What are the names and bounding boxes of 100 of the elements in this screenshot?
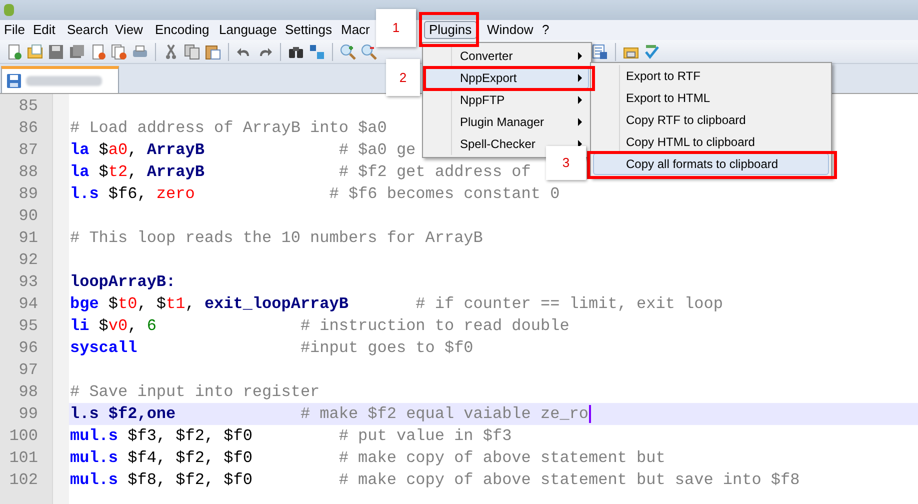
menu-item[interactable]: Export to RTF (593, 65, 829, 87)
menu-item[interactable]: View (112, 20, 146, 40)
code-token: li (70, 316, 90, 337)
list-save-icon[interactable] (592, 44, 608, 60)
menu-item[interactable]: Copy HTML to clipboard (593, 131, 829, 153)
line-number: 93 (18, 272, 38, 293)
line-number: 99 (18, 404, 38, 425)
new-file-icon[interactable] (6, 44, 22, 60)
menu-item[interactable]: Search (64, 20, 112, 40)
code-token: # make $f2 equal vaiable ze_ro (299, 404, 588, 425)
open-file-icon[interactable] (27, 44, 43, 60)
code-token: # This loop reads the 10 numbers for ArrayB (70, 228, 483, 249)
menu-item[interactable]: Settings (282, 20, 335, 40)
line-number: 101 (9, 448, 38, 469)
code-token: , (128, 316, 138, 337)
code-token: t1 (166, 294, 186, 315)
code-token: mul.s (70, 426, 118, 447)
menu-item[interactable]: Window (484, 20, 536, 40)
code-token: ArrayB (146, 140, 204, 161)
code-token: # make copy of above statement but save into $f8 (338, 470, 800, 491)
step-number-label: 3 (546, 146, 586, 180)
submenu-arrow-icon (578, 52, 582, 60)
code-token: mul.s (70, 470, 118, 491)
code-token: $f6, (107, 184, 148, 205)
code-token: , $ (137, 294, 166, 315)
zoom-in-icon[interactable] (340, 44, 356, 60)
menu-item[interactable]: Encoding (152, 20, 212, 40)
code-token: v0 (108, 316, 128, 337)
menu-item[interactable]: Language (216, 20, 280, 40)
highlight-frame (419, 12, 479, 47)
code-token: $ (98, 316, 108, 337)
menu-item[interactable]: Plugins (424, 21, 477, 39)
line-number: 95 (18, 316, 38, 337)
file-tab[interactable] (1, 66, 119, 93)
save-icon (6, 73, 22, 89)
code-token: $f8, $f2, $f0 (126, 470, 252, 491)
submenu-arrow-icon (578, 96, 582, 104)
code-token: # make copy of above statement but (338, 448, 666, 469)
line-number: 94 (18, 294, 38, 315)
code-token: $ (107, 294, 118, 315)
code-token: loopArrayB: (70, 272, 176, 293)
zoom-out-icon[interactable] (361, 44, 377, 60)
line-number: 91 (18, 228, 38, 249)
line-number: 96 (18, 338, 38, 359)
submenu-arrow-icon (578, 74, 582, 82)
code-token: #input goes to $f0 (299, 338, 474, 359)
close-file-icon[interactable] (90, 44, 106, 60)
save-icon[interactable] (48, 44, 64, 60)
code-token: la (70, 140, 90, 161)
code-token: syscall (70, 338, 138, 359)
line-number: 87 (18, 140, 38, 161)
copy-icon[interactable] (184, 44, 200, 60)
code-token: # instruction to read double (299, 316, 570, 337)
code-token: mul.s (70, 448, 118, 469)
code-token: # $a0 ge (338, 140, 416, 161)
save-all-icon[interactable] (69, 44, 85, 60)
cut-icon[interactable] (163, 44, 179, 60)
line-number: 86 (18, 118, 38, 139)
code-token: zero (156, 184, 195, 205)
menu-item[interactable]: Copy RTF to clipboard (593, 109, 829, 131)
line-number: 92 (18, 250, 38, 271)
menu-item[interactable]: Plugin Manager (425, 111, 589, 133)
menu-item[interactable]: ? (539, 20, 552, 40)
line-number: 89 (18, 184, 38, 205)
submenu-arrow-icon (578, 118, 582, 126)
code-token: , (185, 294, 196, 315)
code-token: $ (98, 162, 108, 183)
code-token: # $f6 becomes constant 0 (328, 184, 560, 205)
text-caret (588, 405, 590, 423)
code-token: ArrayB (146, 162, 204, 183)
code-token: a0 (108, 140, 128, 161)
code-token: l.s $f2,one (70, 404, 176, 425)
menu-item[interactable]: Macr (338, 20, 373, 40)
code-token: bge (70, 294, 99, 315)
menu-item[interactable]: Export to HTML (593, 87, 829, 109)
paste-icon[interactable] (205, 44, 221, 60)
menu-item[interactable]: File (1, 20, 28, 40)
menu-item[interactable]: Copy all formats to clipboard (593, 153, 829, 175)
code-token: , (128, 140, 138, 161)
code-token: $f4, $f2, $f0 (126, 448, 252, 469)
line-number: 90 (18, 206, 38, 227)
step-number-label: 2 (386, 59, 420, 96)
spell-check-icon[interactable] (644, 44, 660, 60)
line-number: 100 (9, 426, 38, 447)
line-number: 97 (18, 360, 38, 381)
close-all-icon[interactable] (111, 44, 127, 60)
menu-item[interactable]: Converter (425, 45, 589, 67)
app-icon (4, 4, 14, 16)
menu-item[interactable]: NppFTP (425, 89, 589, 111)
code-token: , (128, 162, 138, 183)
print-icon[interactable] (132, 44, 148, 60)
code-token: # Save input into register (70, 382, 320, 403)
line-number: 88 (18, 162, 38, 183)
code-token: $f3, $f2, $f0 (126, 426, 252, 447)
code-token: # $f2 get address of (338, 162, 531, 183)
menu-item[interactable]: Edit (30, 20, 58, 40)
code-token: t0 (118, 294, 138, 315)
step-number-label: 1 (376, 9, 416, 47)
code-token: t2 (108, 162, 128, 183)
line-number: 85 (18, 96, 38, 117)
